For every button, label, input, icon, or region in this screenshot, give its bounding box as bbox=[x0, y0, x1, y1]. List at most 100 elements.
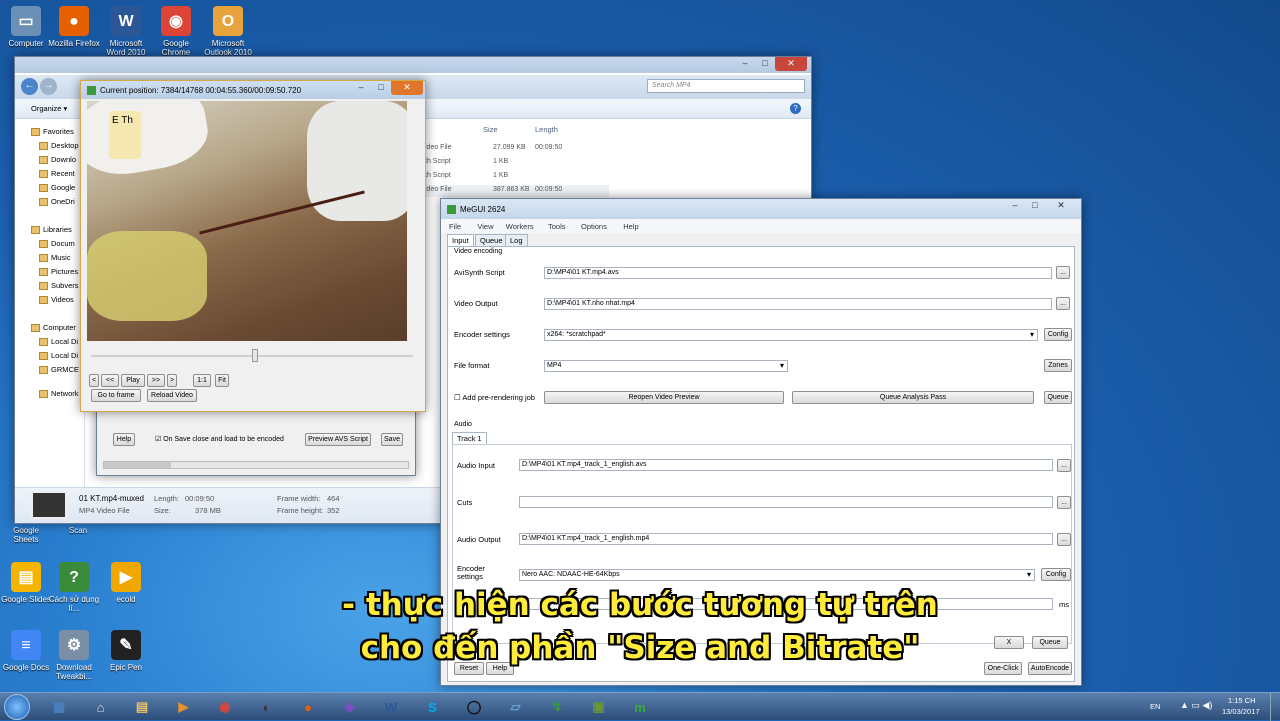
seek-thumb[interactable] bbox=[252, 349, 258, 362]
close-button[interactable]: ✕ bbox=[391, 81, 423, 95]
table-row[interactable]: th Script 1 KB bbox=[425, 171, 609, 183]
nav-item[interactable]: Desktop bbox=[39, 141, 79, 150]
go-to-frame-button[interactable]: Go to frame bbox=[91, 389, 141, 402]
playback-button[interactable]: > bbox=[167, 374, 177, 387]
outlook-icon[interactable]: O Microsoft Outlook 2010 bbox=[202, 6, 254, 57]
close-button[interactable]: ✕ bbox=[775, 57, 807, 71]
autoencode-button[interactable]: AutoEncode bbox=[1028, 662, 1072, 675]
ecold-icon[interactable]: ▶ ecold bbox=[100, 562, 152, 604]
taskbar-app-icon[interactable]: ◉ bbox=[208, 695, 242, 719]
column-header-size[interactable]: Size bbox=[483, 125, 498, 134]
nav-item[interactable]: Pictures bbox=[39, 267, 78, 276]
minimize-button[interactable]: – bbox=[351, 81, 371, 95]
reopen-video-preview-button[interactable]: Reopen Video Preview bbox=[544, 391, 784, 404]
nav-item[interactable]: Favorites bbox=[31, 127, 74, 136]
minimize-button[interactable]: – bbox=[1005, 199, 1025, 213]
audio-queue-button[interactable]: Queue bbox=[1032, 636, 1068, 649]
video-output-browse-button[interactable]: ... bbox=[1056, 297, 1070, 310]
menu-item[interactable]: Help bbox=[623, 222, 638, 231]
taskbar-app-icon[interactable]: ▤ bbox=[125, 695, 159, 719]
video-queue-button[interactable]: Queue bbox=[1044, 391, 1072, 404]
firefox-icon[interactable]: ● Mozilla Firefox bbox=[48, 6, 100, 48]
tab-queue[interactable]: Queue bbox=[475, 234, 508, 246]
search-input[interactable]: Search MP4 bbox=[647, 79, 805, 93]
taskbar-app-icon[interactable]: ▶ bbox=[167, 695, 201, 719]
audio-encoder-config-button[interactable]: Config bbox=[1041, 568, 1071, 581]
back-icon[interactable]: ← bbox=[21, 78, 38, 95]
taskbar-app-icon[interactable]: m bbox=[623, 695, 657, 719]
nav-item[interactable]: Google bbox=[39, 183, 75, 192]
clock-date[interactable]: 13/03/2017 bbox=[1222, 707, 1260, 716]
avs-help-button[interactable]: Help bbox=[113, 433, 135, 446]
file-format-select[interactable]: MP4 bbox=[544, 360, 788, 372]
nav-item[interactable]: Docum bbox=[39, 239, 75, 248]
google-docs-icon[interactable]: ≡ Google Docs bbox=[0, 630, 52, 672]
encoder-config-button[interactable]: Config bbox=[1044, 328, 1072, 341]
queue-analysis-pass-button[interactable]: Queue Analysis Pass bbox=[792, 391, 1034, 404]
cach-su-dung-icon[interactable]: ? Cách sử dụng lí... bbox=[48, 562, 100, 613]
taskbar-app-icon[interactable]: ● bbox=[291, 695, 325, 719]
cuts-field[interactable] bbox=[519, 496, 1053, 508]
taskbar-app-icon[interactable]: ▱ bbox=[499, 695, 533, 719]
audio-input-field[interactable]: D:\MP4\01 KT.mp4_track_1_english.avs bbox=[519, 459, 1053, 471]
clock-time[interactable]: 1:15 CH bbox=[1228, 696, 1256, 705]
nav-item[interactable]: Libraries bbox=[31, 225, 72, 234]
avisynth-browse-button[interactable]: ... bbox=[1056, 266, 1070, 279]
avisynth-field[interactable]: D:\MP4\01 KT.mp4.avs bbox=[544, 267, 1052, 279]
audio-output-field[interactable]: D:\MP4\01 KT.mp4_track_1_english.mp4 bbox=[519, 533, 1053, 545]
forward-icon[interactable]: → bbox=[40, 78, 57, 95]
download-tweakbit-icon[interactable]: ⚙ Download Tweakbi... bbox=[48, 630, 100, 681]
menu-item[interactable]: Tools bbox=[548, 222, 566, 231]
taskbar-app-icon[interactable]: ◯ bbox=[457, 695, 491, 719]
scan-icon[interactable]: Scan bbox=[52, 526, 104, 535]
table-row[interactable]: ideo File 27.099 KB 00:09:50 bbox=[425, 143, 609, 155]
table-row[interactable]: th Script 1 KB bbox=[425, 157, 609, 169]
language-indicator[interactable]: EN bbox=[1150, 702, 1160, 711]
audio-output-browse-button[interactable]: ... bbox=[1057, 533, 1071, 546]
playback-button[interactable]: Fit bbox=[215, 374, 229, 387]
nav-item[interactable]: Computer bbox=[31, 323, 76, 332]
reload-video-button[interactable]: Reload Video bbox=[147, 389, 197, 402]
google-sheets-icon[interactable]: Google Sheets bbox=[0, 526, 52, 544]
taskbar-app-icon[interactable]: ⌂ bbox=[84, 695, 118, 719]
maximize-button[interactable]: □ bbox=[755, 57, 775, 71]
google-slides-icon[interactable]: ▤ Google Slides bbox=[0, 562, 52, 604]
menu-item[interactable]: Options bbox=[581, 222, 607, 231]
taskbar-app-icon[interactable]: ▦ bbox=[42, 695, 76, 719]
help-icon[interactable]: ? bbox=[790, 103, 801, 114]
playback-button[interactable]: Play bbox=[121, 374, 145, 387]
nav-item[interactable]: Downlo bbox=[39, 155, 76, 164]
playback-button[interactable]: << bbox=[101, 374, 119, 387]
taskbar-app-icon[interactable]: ◆ bbox=[333, 695, 367, 719]
nav-item[interactable]: Network bbox=[39, 389, 79, 398]
taskbar-app-icon[interactable]: ↯ bbox=[540, 695, 574, 719]
nav-item[interactable]: GRMCE bbox=[39, 365, 79, 374]
column-header-length[interactable]: Length bbox=[535, 125, 558, 134]
nav-item[interactable]: Subvers bbox=[39, 281, 79, 290]
tray-icons[interactable]: ▲ ▭ ◀) bbox=[1180, 700, 1212, 711]
nav-item[interactable]: Local Di bbox=[39, 351, 78, 360]
chrome-icon[interactable]: ◉ Google Chrome bbox=[150, 6, 202, 57]
avs-checkbox[interactable]: ☑ On Save close and load to be encoded bbox=[155, 435, 284, 443]
tab-log[interactable]: Log bbox=[505, 234, 528, 246]
audio-track-1-tab[interactable]: Track 1 bbox=[452, 432, 487, 444]
playback-button[interactable]: >> bbox=[147, 374, 165, 387]
audio-encoder-select[interactable]: Nero AAC: NDAAC-HE-64Kbps bbox=[519, 569, 1035, 581]
show-desktop-button[interactable] bbox=[1270, 693, 1280, 721]
taskbar-app-icon[interactable]: ◐ bbox=[250, 695, 284, 719]
taskbar-app-icon[interactable]: W bbox=[374, 695, 408, 719]
menu-item[interactable]: View bbox=[477, 222, 493, 231]
minimize-button[interactable]: – bbox=[735, 57, 755, 71]
table-row[interactable]: ideo File 387.863 KB 00:09:50 bbox=[425, 185, 609, 197]
organize-button[interactable]: Organize ▾ bbox=[31, 104, 67, 113]
seek-bar[interactable] bbox=[91, 349, 413, 362]
maximize-button[interactable]: □ bbox=[1025, 199, 1045, 213]
close-button[interactable]: ✕ bbox=[1045, 199, 1077, 213]
maximize-button[interactable]: □ bbox=[371, 81, 391, 95]
epic-pen-icon[interactable]: ✎ Epic Pen bbox=[100, 630, 152, 672]
preview-avs-button[interactable]: Preview AVS Script bbox=[305, 433, 371, 446]
prerender-checkbox[interactable]: ☐ Add pre-rendering job bbox=[454, 393, 535, 402]
nav-item[interactable]: Local Di bbox=[39, 337, 78, 346]
nav-item[interactable]: OneDri bbox=[39, 197, 75, 206]
taskbar-app-icon[interactable]: ▣ bbox=[582, 695, 616, 719]
